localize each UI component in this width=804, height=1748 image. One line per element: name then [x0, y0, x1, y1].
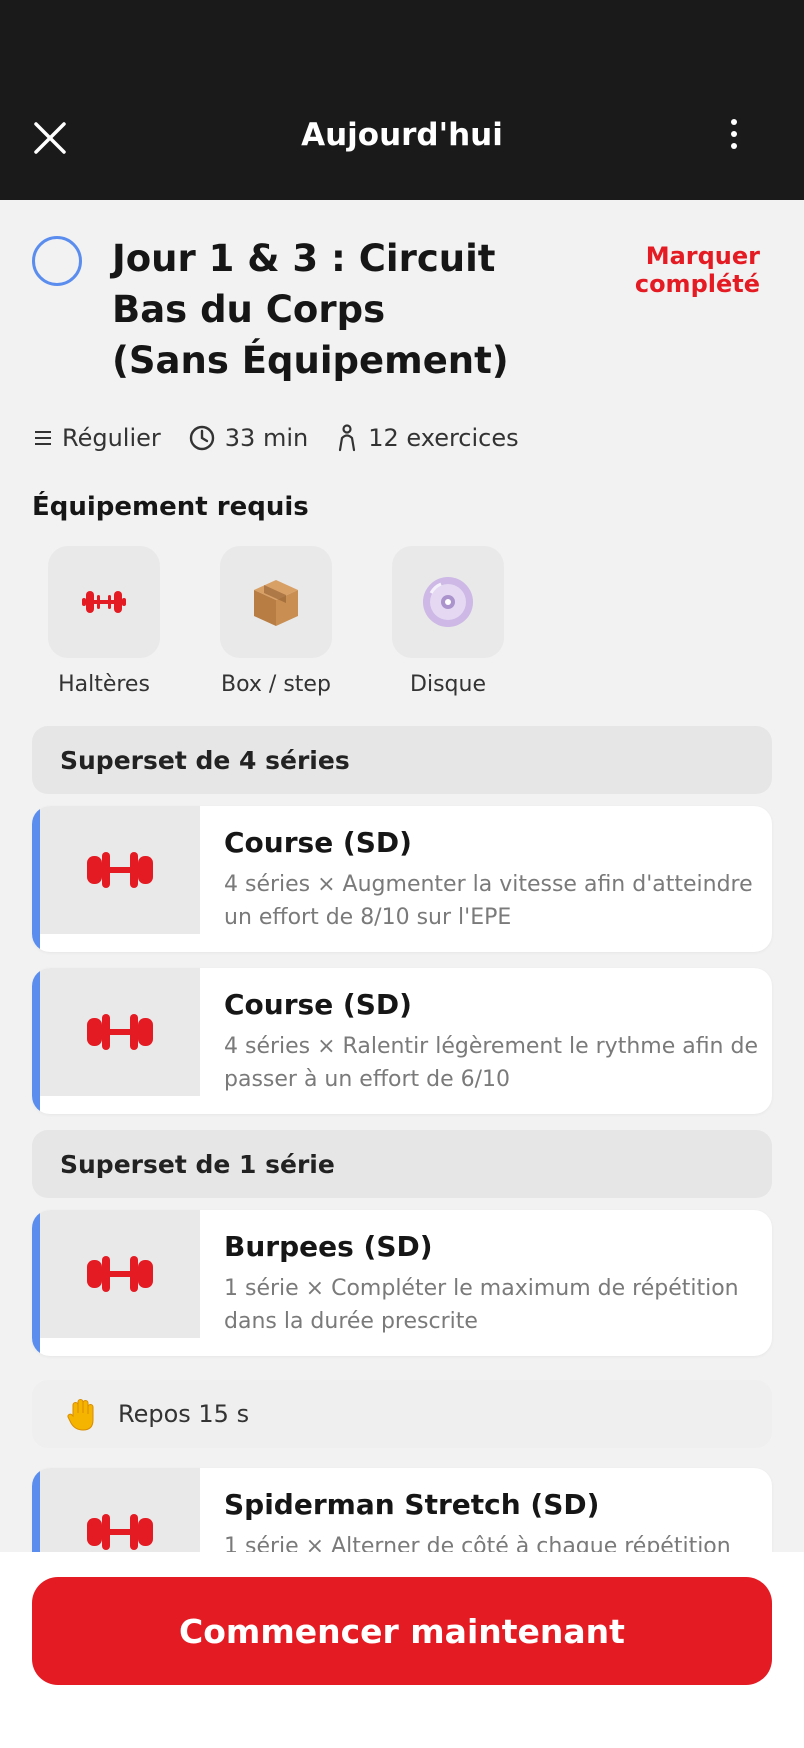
meta-type-label: Régulier: [62, 424, 161, 452]
list-icon: [35, 431, 51, 445]
meta-exercise-count-label: 12 exercices: [368, 424, 519, 452]
meta-duration-label: 33 min: [224, 424, 309, 452]
dumbbell-icon: [87, 1514, 153, 1550]
exercise-thumbnail: [40, 806, 200, 934]
clock-icon: [189, 425, 214, 451]
superset-title: Superset de 4 séries: [60, 746, 350, 775]
exercise-accent-bar: [32, 968, 40, 1114]
start-now-button[interactable]: Commencer maintenant: [32, 1577, 772, 1685]
dumbbell-icon: [82, 591, 126, 613]
exercise-thumbnail: [40, 1210, 200, 1338]
box-icon: [254, 580, 298, 626]
person-icon: [339, 424, 356, 452]
exercise-accent-bar: [32, 1210, 40, 1356]
top-bar: Aujourd'hui: [0, 0, 804, 200]
completion-status-circle[interactable]: [32, 236, 82, 286]
raised-hand-icon: [67, 1399, 94, 1431]
exercise-description: 4 séries × Ralentir légèrement le rythme…: [224, 1034, 758, 1092]
equipment-tile: [220, 546, 332, 658]
meta-exercise-count: 12 exercices: [336, 424, 519, 452]
exercise-name: Burpees (SD): [224, 1230, 433, 1263]
exercise-card[interactable]: Course (SD) 4 séries × Ralentir légèreme…: [32, 968, 772, 1114]
equipment-tile: [48, 546, 160, 658]
superset-title: Superset de 1 série: [60, 1150, 335, 1179]
meta-type: Régulier: [34, 424, 161, 452]
rest-row: Repos 15 s: [32, 1380, 772, 1448]
equipment-heading: Équipement requis: [32, 492, 309, 522]
equipment-item-box[interactable]: Box / step: [220, 546, 332, 697]
dumbbell-icon: [87, 1014, 153, 1050]
exercise-name: Course (SD): [224, 826, 412, 859]
more-vertical-icon[interactable]: [722, 118, 746, 154]
exercise-name: Spiderman Stretch (SD): [224, 1488, 600, 1521]
dumbbell-icon: [87, 852, 153, 888]
exercise-card[interactable]: Course (SD) 4 séries × Augmenter la vite…: [32, 806, 772, 952]
dumbbell-icon: [87, 1256, 153, 1292]
exercise-accent-bar: [32, 806, 40, 952]
workout-meta: Régulier 33 min 12 exercices: [34, 424, 519, 452]
exercise-card[interactable]: Burpees (SD) 1 série × Compléter le maxi…: [32, 1210, 772, 1356]
equipment-item-disc[interactable]: Disque: [392, 546, 504, 697]
exercise-name: Course (SD): [224, 988, 412, 1021]
workout-title: Jour 1 & 3 : Circuit Bas du Corps (Sans …: [112, 237, 509, 382]
exercise-description: 4 séries × Augmenter la vitesse afin d'a…: [224, 872, 753, 930]
exercise-description: 1 série × Compléter le maximum de répéti…: [224, 1276, 739, 1334]
rest-label: Repos 15 s: [118, 1400, 250, 1428]
equipment-label: Box / step: [221, 672, 331, 697]
mark-complete-button[interactable]: Marquer complété: [520, 242, 760, 298]
equipment-tile: [392, 546, 504, 658]
equipment-label: Haltères: [58, 672, 150, 697]
equipment-label: Disque: [410, 672, 486, 697]
meta-duration: 33 min: [189, 424, 308, 452]
superset-header: Superset de 4 séries: [32, 726, 772, 794]
page-title: Aujourd'hui: [301, 117, 503, 153]
exercise-thumbnail: [40, 968, 200, 1096]
disc-icon: [423, 577, 473, 627]
superset-header: Superset de 1 série: [32, 1130, 772, 1198]
equipment-item-dumbbells[interactable]: Haltères: [48, 546, 160, 697]
